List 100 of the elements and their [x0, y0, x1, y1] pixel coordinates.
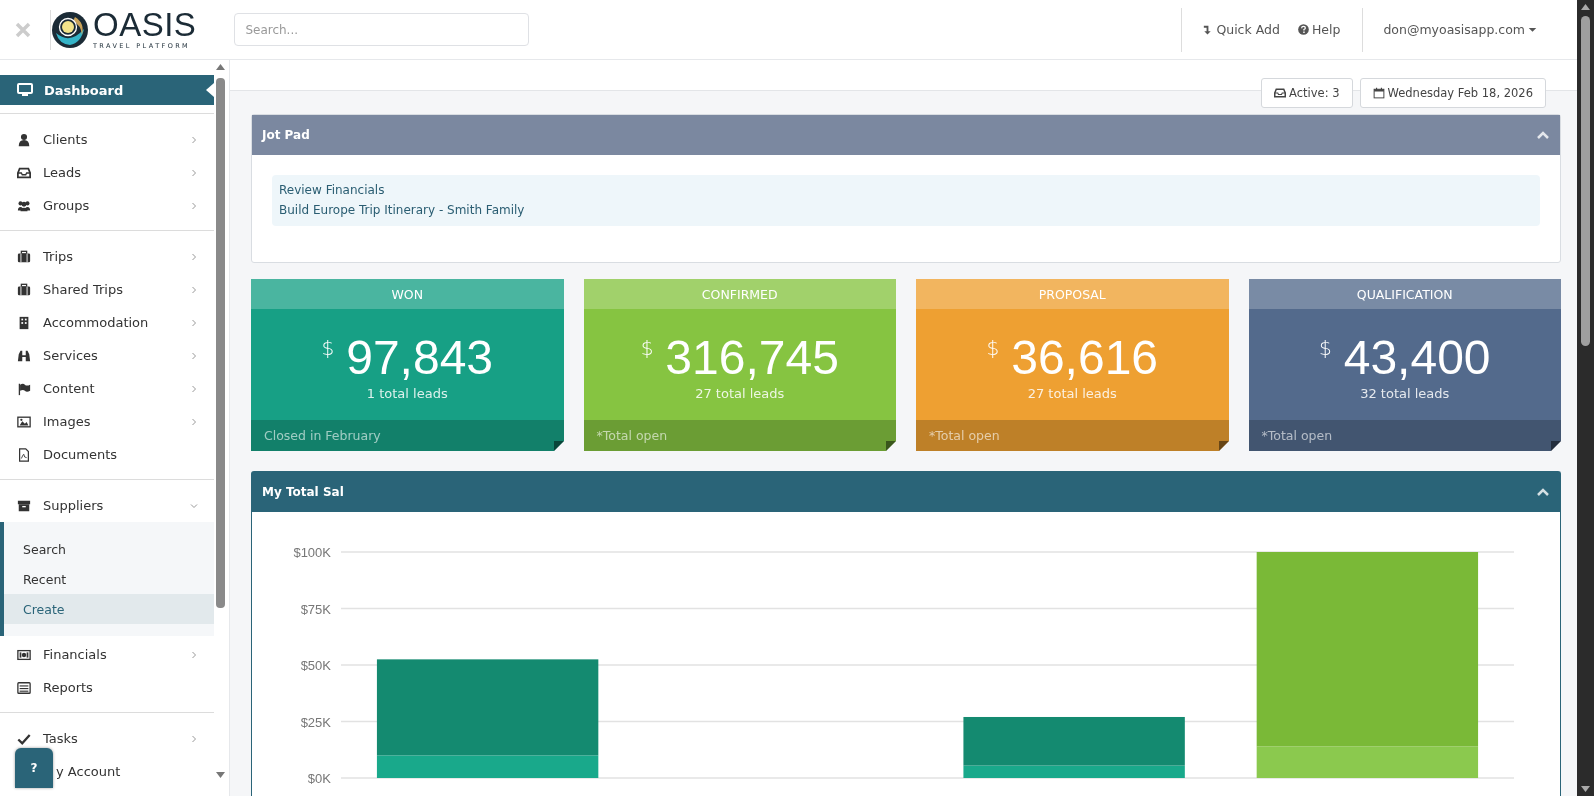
note-link[interactable]: Build Europe Trip Itinerary - Smith Family — [279, 203, 525, 218]
axis-tick-label: $25K — [300, 714, 331, 730]
user-menu[interactable]: don@myoasisapp.com — [1383, 22, 1537, 37]
logo-name: OASIS — [93, 9, 197, 40]
sidebar-label: Financials — [43, 647, 107, 662]
sidebar-item[interactable]: Dashboard — [0, 75, 214, 105]
submenu-item[interactable]: Recent — [4, 564, 214, 594]
sidebar-item[interactable]: Reports — [0, 671, 214, 704]
sidebar-label: Suppliers — [43, 498, 104, 513]
sidebar-label: Shared Trips — [43, 282, 123, 297]
currency-sign: $ — [640, 336, 654, 360]
sidebar-label: y Account — [56, 764, 121, 779]
chevron-right-icon — [190, 384, 198, 393]
monitor-icon — [17, 82, 33, 98]
chevron-right-icon — [190, 318, 198, 327]
card-title: PROPOSAL — [1038, 286, 1106, 302]
chevron-right-icon — [190, 417, 198, 426]
axis-tick-label: $0K — [307, 771, 331, 786]
card-footer-note: *Total open — [1261, 428, 1333, 443]
sidebar-item[interactable]: Services — [0, 339, 214, 372]
building-icon — [17, 315, 31, 330]
collapse-icon[interactable] — [1536, 487, 1550, 497]
help-button[interactable]: ? — [15, 748, 53, 788]
leads-count: 27 total leads — [1027, 386, 1117, 401]
submenu-item[interactable]: Create — [4, 594, 214, 624]
corner-fold-icon — [1551, 441, 1561, 451]
down-arrow-icon — [1202, 24, 1214, 35]
briefcase-icon — [17, 249, 31, 264]
archive-icon — [17, 498, 31, 513]
card-title: QUALIFICATION — [1356, 286, 1453, 302]
sidebar-item[interactable]: Suppliers — [0, 489, 214, 522]
sidebar-label: Accommodation — [43, 315, 149, 330]
pdf-file-icon — [17, 447, 31, 462]
sidebar-label: Clients — [43, 132, 88, 147]
logo-icon — [51, 10, 89, 49]
axis-tick-label: $100K — [293, 545, 331, 560]
calendar-icon — [1372, 87, 1385, 99]
question-icon — [1297, 24, 1309, 35]
date-button[interactable]: Wednesday Feb 18, 2026 — [1359, 78, 1546, 108]
sidebar-item[interactable]: Clients — [0, 123, 214, 156]
card-footer-note: Closed in February — [264, 428, 381, 443]
sidebar-label: Services — [43, 348, 98, 363]
sidebar-label: Documents — [43, 447, 118, 462]
active-button[interactable]: Active: 3 — [1261, 78, 1353, 108]
sidebar-label: Trips — [43, 249, 73, 264]
sidebar-item[interactable]: y Account — [56, 755, 214, 788]
leads-count: 27 total leads — [695, 386, 785, 401]
panel-title: My Total Sal — [262, 485, 344, 499]
sidebar-item[interactable]: Financials — [0, 638, 214, 671]
note-link[interactable]: Review Financials — [279, 183, 385, 198]
chevron-right-icon — [190, 734, 198, 743]
search-field[interactable]: Search... — [234, 13, 530, 46]
chevron-right-icon — [190, 650, 198, 659]
leads-count: 1 total leads — [366, 386, 448, 401]
scroll-down-icon[interactable] — [1581, 786, 1590, 792]
scroll-down-icon[interactable] — [216, 772, 225, 778]
currency-sign: $ — [1318, 336, 1332, 360]
sidebar-label: Groups — [43, 198, 90, 213]
chevron-right-icon — [190, 351, 198, 360]
briefcase-icon — [17, 282, 31, 297]
inbox-icon — [17, 165, 31, 180]
axis-tick-label: $50K — [300, 658, 331, 673]
chevron-down-icon — [190, 501, 198, 510]
quick-add-link[interactable]: Quick Add — [1202, 22, 1280, 37]
scroll-up-icon[interactable] — [216, 64, 225, 70]
panel-title: Jot Pad — [262, 128, 310, 142]
card-title: CONFIRMED — [701, 286, 778, 302]
flag-icon — [17, 381, 31, 396]
scroll-up-icon[interactable] — [1581, 4, 1590, 10]
sidebar-item[interactable]: Content — [0, 372, 214, 405]
chevron-right-icon — [190, 285, 198, 294]
sidebar-label: Images — [43, 414, 91, 429]
corner-fold-icon — [553, 441, 564, 451]
collapse-icon[interactable] — [1536, 130, 1550, 140]
currency-sign: $ — [321, 336, 335, 360]
leads-count: 32 total leads — [1360, 386, 1450, 401]
sidebar-item[interactable]: Trips — [0, 240, 214, 273]
banknote-icon — [17, 647, 31, 662]
sidebar-item[interactable]: Images — [0, 405, 214, 438]
corner-fold-icon — [1218, 441, 1229, 451]
sidebar-item[interactable]: Leads — [0, 156, 214, 189]
chevron-right-icon — [190, 168, 198, 177]
sidebar-item[interactable]: Groups — [0, 189, 214, 222]
sidebar-label: Content — [43, 381, 95, 396]
sidebar-item[interactable]: Accommodation — [0, 306, 214, 339]
scrollbar-thumb[interactable] — [216, 78, 225, 608]
sidebar-label: Reports — [43, 680, 93, 695]
chevron-right-icon — [190, 135, 198, 144]
sidebar-item[interactable]: Documents — [0, 438, 214, 471]
sidebar-item[interactable]: Shared Trips — [0, 273, 214, 306]
help-link[interactable]: Help — [1297, 22, 1341, 37]
image-icon — [17, 414, 31, 429]
scrollbar-thumb[interactable] — [1581, 16, 1590, 346]
card-amount: 97,843 — [346, 332, 493, 384]
binoculars-icon — [17, 348, 31, 363]
card-footer-note: *Total open — [929, 428, 1000, 443]
corner-fold-icon — [886, 441, 896, 451]
submenu-item[interactable]: Search — [4, 534, 214, 564]
chevron-right-icon — [190, 252, 198, 261]
currency-sign: $ — [986, 336, 1000, 360]
